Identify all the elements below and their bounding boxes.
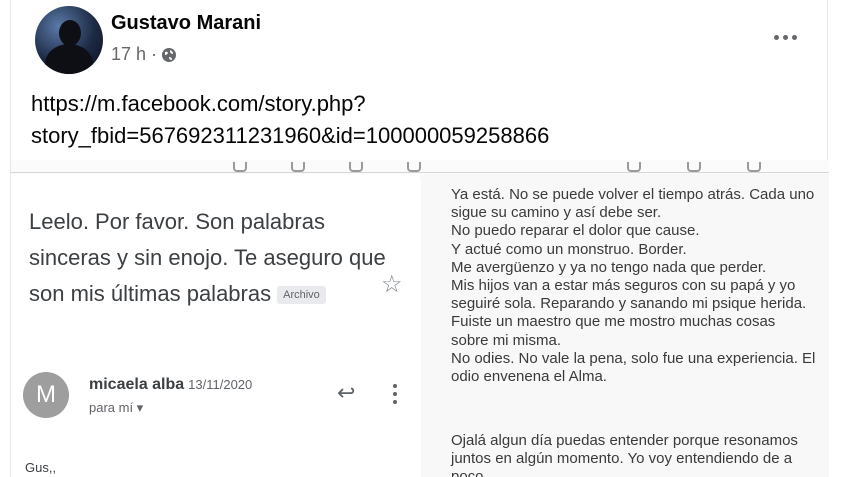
email-panel: Leelo. Por favor. Son palabras sinceras … (11, 174, 419, 477)
author-avatar[interactable] (35, 6, 103, 74)
more-vertical-icon[interactable] (391, 384, 399, 404)
email-body-start: Gus,, (25, 460, 57, 475)
shared-screenshot-image[interactable]: Leelo. Por favor. Son palabras sinceras … (11, 160, 829, 477)
letter-panel: Ya está. No se puede volver el tiempo at… (421, 174, 829, 477)
toolbar-divider (11, 172, 829, 173)
sender-name-text: micaela alba (89, 376, 185, 393)
reply-icon[interactable]: ↩ (337, 380, 355, 406)
globe-icon[interactable] (161, 47, 177, 63)
archive-badge[interactable]: Archivo (277, 286, 326, 305)
sender-avatar: M (23, 372, 69, 418)
recipient-dropdown[interactable]: para mí ▾ (89, 400, 143, 416)
letter-paragraph-1: Ya está. No se puede volver el tiempo at… (451, 186, 816, 386)
email-date: 13/11/2020 (188, 377, 253, 392)
sender-name: micaela alba 13/11/2020 (89, 376, 252, 394)
avatar-silhouette-head (59, 20, 81, 46)
author-name[interactable]: Gustavo Marani (111, 12, 261, 35)
facebook-post: Gustavo Marani 17 h · https://m.facebook… (10, 0, 829, 477)
more-options-icon[interactable] (765, 22, 805, 52)
letter-paragraph-2: Ojalá algun día puedas entender porque r… (451, 432, 798, 477)
avatar-silhouette-shoulders (45, 44, 93, 74)
post-timestamp[interactable]: 17 h · (111, 44, 157, 65)
post-link-text[interactable]: https://m.facebook.com/story.php? story_… (31, 88, 821, 152)
post-meta: 17 h · (111, 44, 177, 65)
star-icon[interactable]: ☆ (381, 270, 403, 299)
email-subject-text: Leelo. Por favor. Son palabras sinceras … (29, 209, 386, 306)
email-subject: Leelo. Por favor. Son palabras sinceras … (29, 204, 389, 312)
